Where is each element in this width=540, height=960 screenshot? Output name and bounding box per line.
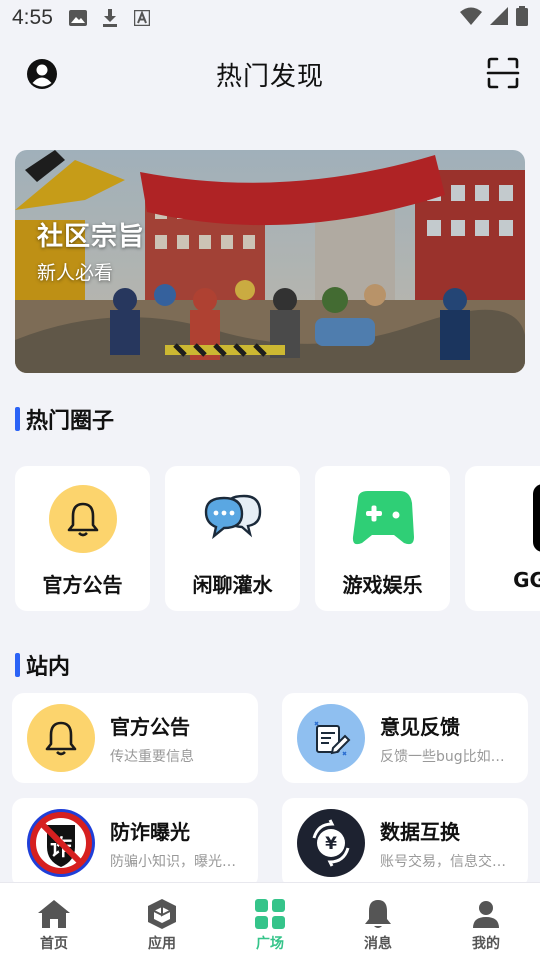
image-icon (68, 9, 87, 27)
feedback-icon (297, 704, 365, 772)
gg-logo-icon (532, 484, 540, 552)
site-card-desc: 传达重要信息 (110, 749, 194, 765)
hot-circle-label: 游戏娱乐 (342, 573, 423, 597)
hot-circle-label: 官方公告 (42, 573, 123, 597)
hot-circles-scroller[interactable]: 官方公告 闲聊灌水 游戏娱乐 GG (15, 466, 540, 612)
bottom-navigation: 首页 应用 广场 消息 我的 (0, 882, 540, 960)
banner-carousel[interactable]: 社区宗旨 新人必看 (15, 150, 525, 373)
home-icon (37, 897, 71, 931)
cube-icon (145, 897, 179, 931)
profile-avatar-icon[interactable] (26, 58, 58, 90)
wifi-icon (460, 6, 482, 30)
site-card-desc: 账号交易，信息交… (380, 854, 506, 870)
site-card-data-exchange[interactable]: ¥ 数据互换 账号交易，信息交… (282, 798, 528, 888)
tab-home[interactable]: 首页 (0, 883, 108, 960)
download-icon (101, 9, 119, 27)
bell-icon (361, 897, 395, 931)
hot-circle-label: 闲聊灌水 (192, 573, 273, 597)
clock: 4:55 (12, 6, 53, 29)
section-title-text: 热门圈子 (26, 409, 115, 434)
status-bar: 4:55 (0, 0, 540, 36)
anti-fraud-icon: 诈 (27, 809, 95, 877)
site-card-name: 官方公告 (110, 715, 190, 739)
battery-icon (516, 5, 528, 31)
tab-apps[interactable]: 应用 (108, 883, 216, 960)
hot-circle-label: GG (513, 568, 540, 592)
banner-subtitle: 新人必看 (37, 262, 114, 284)
site-card-desc: 反馈一些bug比如… (380, 749, 505, 765)
section-accent-bar (15, 407, 20, 431)
tab-square[interactable]: 广场 (216, 883, 324, 960)
svg-text:¥: ¥ (325, 834, 337, 854)
site-card-name: 防诈曝光 (110, 820, 190, 844)
tab-label: 我的 (472, 936, 500, 952)
bell-icon (48, 485, 117, 553)
app-a-icon (133, 9, 151, 27)
top-app-bar: 热门发现 (0, 44, 540, 104)
tab-mine[interactable]: 我的 (432, 883, 540, 960)
site-card-name: 数据互换 (380, 820, 460, 844)
tab-label: 消息 (364, 936, 392, 952)
scan-icon[interactable] (486, 56, 520, 90)
hot-circle-chat[interactable]: 闲聊灌水 (165, 466, 300, 611)
tab-label: 广场 (256, 936, 284, 952)
chat-bubbles-icon (199, 485, 267, 553)
site-card-anti-fraud[interactable]: 诈 防诈曝光 防骗小知识，曝光… (12, 798, 258, 888)
site-card-desc: 防骗小知识，曝光… (110, 854, 236, 870)
section-title-text: 站内 (26, 655, 71, 680)
hot-circle-official-announcement[interactable]: 官方公告 (15, 466, 150, 611)
gamepad-icon (349, 485, 417, 553)
site-section-heading: 站内 (15, 649, 70, 681)
exchange-icon: ¥ (297, 809, 365, 877)
tab-label: 首页 (40, 936, 68, 952)
hot-circles-heading: 热门圈子 (15, 403, 114, 435)
site-card-official-announcement[interactable]: 官方公告 传达重要信息 (12, 693, 258, 783)
banner-title: 社区宗旨 (37, 222, 146, 252)
tab-label: 应用 (148, 936, 176, 952)
person-icon (469, 897, 503, 931)
site-card-name: 意见反馈 (380, 715, 460, 739)
grid-icon (253, 897, 287, 931)
hot-circle-games[interactable]: 游戏娱乐 (315, 466, 450, 611)
page-title: 热门发现 (215, 61, 324, 92)
signal-icon (490, 6, 508, 30)
bell-icon (27, 704, 95, 772)
site-card-feedback[interactable]: 意见反馈 反馈一些bug比如… (282, 693, 528, 783)
tab-messages[interactable]: 消息 (324, 883, 432, 960)
hot-circle-gg[interactable]: GG (465, 466, 540, 611)
section-accent-bar (15, 653, 20, 677)
